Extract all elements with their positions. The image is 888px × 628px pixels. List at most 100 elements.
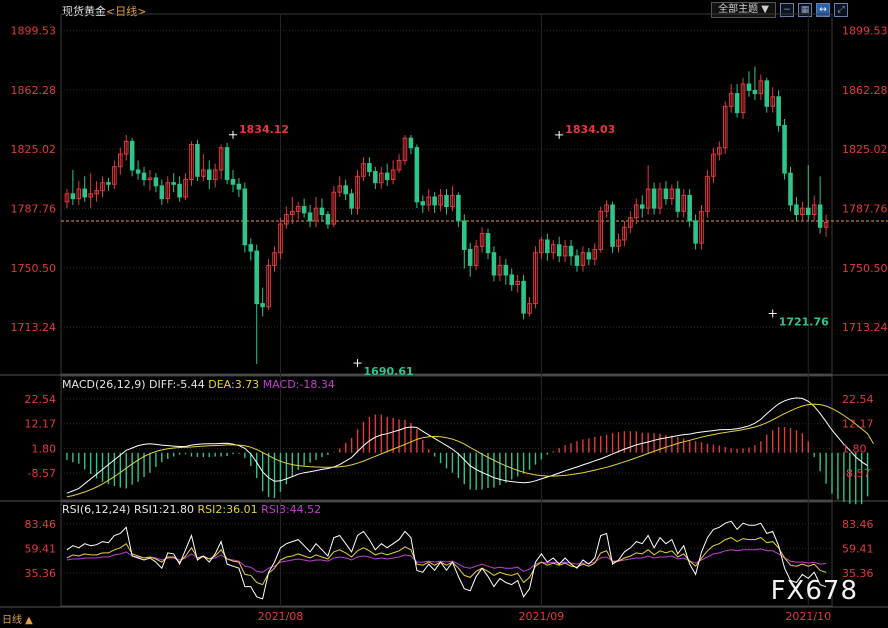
candle-body bbox=[177, 183, 182, 198]
rsi-panel bbox=[66, 520, 827, 600]
rsi-tick-label-left: 35.36 bbox=[25, 567, 57, 580]
candle-body bbox=[420, 201, 426, 206]
macd-header: MACD(26,12,9) DIFF:-5.44 DEA:3.73 MACD:-… bbox=[62, 378, 335, 391]
rsi-tick-label-right: 83.46 bbox=[842, 518, 874, 531]
candle-body bbox=[734, 93, 740, 114]
candle-body bbox=[556, 244, 562, 257]
price-tick-label-left: 1899.53 bbox=[11, 25, 57, 38]
price-tick-label-left: 1825.02 bbox=[11, 143, 57, 156]
candle-body bbox=[384, 172, 390, 181]
candle-body bbox=[456, 194, 461, 222]
candle-body bbox=[794, 204, 799, 215]
rsi-tick-label-left: 83.46 bbox=[25, 518, 57, 531]
candle-body bbox=[254, 250, 259, 305]
x-axis-label: 2021/10 bbox=[785, 610, 831, 623]
candle-body bbox=[568, 245, 574, 257]
candle-body bbox=[610, 204, 615, 247]
rsi-indicator-name: RSI(6,12,24) bbox=[62, 503, 131, 516]
candle-body bbox=[325, 214, 331, 225]
macd-indicator-name: MACD(26,12,9) bbox=[62, 378, 146, 391]
candle-body bbox=[349, 193, 354, 209]
candle-body bbox=[159, 185, 165, 200]
candle-body bbox=[195, 144, 200, 177]
macd-tick-label-right: 12.17 bbox=[842, 418, 874, 431]
macd-diff-label: DIFF:-5.44 bbox=[149, 378, 205, 391]
macd-tick-label-right: 22.54 bbox=[842, 393, 874, 406]
extreme-label: 1834.12 bbox=[239, 123, 289, 136]
candle-body bbox=[444, 194, 449, 208]
candle-body bbox=[509, 274, 515, 286]
candle-body bbox=[788, 172, 793, 206]
price-tick-label-right: 1825.02 bbox=[842, 143, 888, 156]
rsi3-label: RSI3:44.52 bbox=[261, 503, 322, 516]
candle-body bbox=[367, 163, 372, 173]
macd-tick-label-left: 22.54 bbox=[25, 393, 57, 406]
candle-body bbox=[639, 204, 645, 209]
candle-body bbox=[242, 188, 248, 246]
macd-tick-label-left: 12.17 bbox=[25, 418, 57, 431]
candle-body bbox=[414, 147, 420, 203]
candle-body bbox=[343, 185, 348, 195]
candle-body bbox=[545, 239, 550, 254]
candle-body bbox=[746, 83, 752, 91]
rsi1-label: RSI1:21.80 bbox=[133, 503, 195, 516]
candle-body bbox=[230, 179, 236, 185]
price-tick-label-right: 1787.76 bbox=[842, 203, 888, 216]
candle-body bbox=[503, 264, 509, 276]
x-axis-label: 2021/08 bbox=[258, 610, 304, 623]
candle-body bbox=[248, 244, 254, 252]
macd-panel bbox=[66, 397, 874, 505]
macd-tick-label-left: 1.80 bbox=[32, 442, 57, 455]
rsi-header: RSI(6,12,24) RSI1:21.80 RSI2:36.01 RSI3:… bbox=[62, 503, 321, 516]
candle-body bbox=[408, 137, 414, 149]
candle-body bbox=[432, 196, 437, 206]
candle-body bbox=[236, 183, 242, 190]
candle-body bbox=[301, 206, 307, 214]
candle-body bbox=[782, 124, 787, 174]
price-tick-label-left: 1750.50 bbox=[11, 262, 57, 275]
candle-body bbox=[106, 182, 111, 185]
rsi2-label: RSI2:36.01 bbox=[197, 503, 258, 516]
panel-frame-2 bbox=[60, 501, 833, 607]
candle-body bbox=[805, 207, 811, 216]
x-axis-label: 2021/09 bbox=[519, 610, 565, 623]
candle-body bbox=[776, 96, 781, 126]
candle-body bbox=[586, 252, 592, 260]
watermark-logo: FX678 bbox=[770, 576, 858, 606]
candle-body bbox=[687, 194, 692, 222]
candle-body bbox=[764, 80, 770, 107]
candle-body bbox=[675, 188, 681, 212]
candle-body bbox=[141, 172, 147, 181]
macd-tick-label-left: -8.57 bbox=[28, 467, 56, 480]
axis-layer: 1899.53 1899.53 1862.28 1862.28 1825.02 1825.… bbox=[11, 25, 888, 623]
price-tick-label-right: 1750.50 bbox=[842, 262, 888, 275]
price-tick-label-left: 1713.24 bbox=[11, 321, 57, 334]
candle-body bbox=[574, 255, 580, 266]
candle-body bbox=[462, 220, 467, 250]
candle-body bbox=[467, 249, 473, 266]
candle-body bbox=[70, 193, 76, 200]
grid-layer bbox=[0, 13, 888, 608]
candle-body bbox=[153, 177, 159, 187]
period-switch-button[interactable]: 日线 ▲ bbox=[2, 611, 33, 626]
candle-body bbox=[663, 188, 669, 200]
candle-body bbox=[521, 280, 526, 314]
macd-value-label: MACD:-18.34 bbox=[262, 378, 335, 391]
price-tick-label-right: 1713.24 bbox=[842, 321, 888, 334]
candle-body bbox=[651, 188, 657, 209]
macd-tick-label-right: -8.57 bbox=[842, 467, 870, 480]
candle-body bbox=[319, 207, 325, 216]
rsi1-line bbox=[66, 520, 827, 600]
price-tick-label-left: 1862.28 bbox=[11, 84, 57, 97]
rsi-tick-label-left: 59.41 bbox=[25, 542, 57, 555]
candle-body bbox=[260, 303, 265, 308]
candle-body bbox=[224, 147, 230, 181]
extreme-label: 1721.76 bbox=[779, 316, 829, 329]
macd-tick-label-right: 1.80 bbox=[842, 442, 867, 455]
candle-body bbox=[373, 171, 378, 184]
candle-body bbox=[171, 182, 176, 185]
macd-dea-label: DEA:3.73 bbox=[208, 378, 260, 391]
price-tick-label-left: 1787.76 bbox=[11, 203, 57, 216]
candle-body bbox=[485, 233, 491, 254]
candle-body bbox=[135, 169, 141, 174]
